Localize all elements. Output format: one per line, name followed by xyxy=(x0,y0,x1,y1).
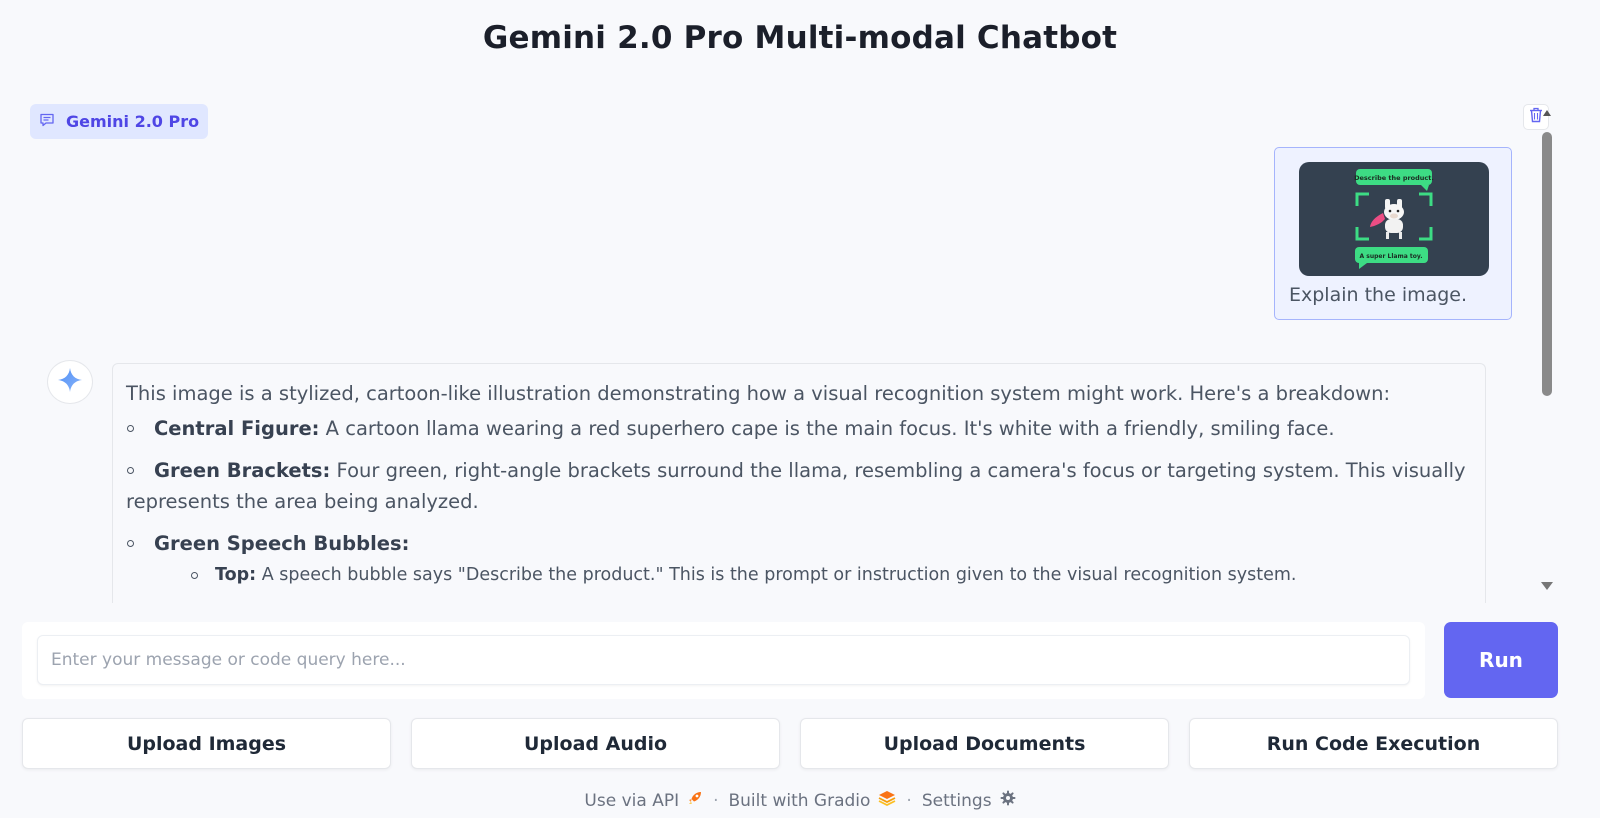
rocket-icon xyxy=(687,790,703,811)
upload-audio-button[interactable]: Upload Audio xyxy=(411,718,780,769)
bot-list-item-text: A cartoon llama wearing a red superhero … xyxy=(319,417,1335,440)
bot-list-item-title: Central Figure: xyxy=(154,417,320,440)
bot-list-item-title: Green Speech Bubbles: xyxy=(154,532,410,555)
footer: Use via API · Built with Gradio · Settin… xyxy=(0,790,1600,811)
built-with-gradio-link[interactable]: Built with Gradio xyxy=(729,790,897,811)
bot-list-item: Green Speech Bubbles: Top: A speech bubb… xyxy=(126,528,1473,591)
user-message-text: Explain the image. xyxy=(1289,284,1468,306)
bot-message: This image is a stylized, cartoon-like i… xyxy=(112,363,1486,603)
bot-avatar xyxy=(47,360,93,404)
use-via-api-label: Use via API xyxy=(584,790,680,811)
bot-list-item: Central Figure: A cartoon llama wearing … xyxy=(126,413,1473,444)
chat-scrollbar[interactable] xyxy=(1540,110,1554,598)
bot-sublist-item: Top: A speech bubble says "Describe the … xyxy=(154,560,1473,591)
image-top-bubble-text: Describe the product. xyxy=(1354,174,1434,182)
chat-icon xyxy=(39,112,55,132)
run-button[interactable]: Run xyxy=(1444,622,1558,698)
image-bottom-bubble-text: A super Llama toy. xyxy=(1360,253,1423,260)
settings-link[interactable]: Settings xyxy=(922,790,1016,811)
message-input[interactable] xyxy=(37,635,1410,685)
run-code-execution-button[interactable]: Run Code Execution xyxy=(1189,718,1558,769)
upload-images-button[interactable]: Upload Images xyxy=(22,718,391,769)
upload-documents-button[interactable]: Upload Documents xyxy=(800,718,1169,769)
bot-message-intro: This image is a stylized, cartoon-like i… xyxy=(126,382,1391,405)
chatbot-label: Gemini 2.0 Pro xyxy=(66,112,200,131)
uploaded-image[interactable]: Describe the product. A super Llama toy. xyxy=(1299,162,1489,276)
settings-label: Settings xyxy=(921,790,992,811)
page-title: Gemini 2.0 Pro Multi-modal Chatbot xyxy=(482,20,1118,56)
bot-list-item-title: Green Brackets: xyxy=(154,459,331,482)
user-message: Describe the product. A super Llama toy.… xyxy=(1274,147,1512,320)
bot-sublist-item-text: A speech bubble says "Describe the produ… xyxy=(256,565,1297,585)
gemini-sparkle-icon xyxy=(57,367,83,397)
footer-separator: · xyxy=(713,790,719,811)
chatbot-label-badge: Gemini 2.0 Pro xyxy=(30,104,208,139)
bot-sublist-item-title: Top: xyxy=(215,565,257,585)
use-via-api-link[interactable]: Use via API xyxy=(584,790,703,811)
scroll-down-arrow-icon[interactable] xyxy=(1541,582,1553,590)
scroll-up-arrow-icon[interactable] xyxy=(1543,110,1551,116)
built-with-gradio-label: Built with Gradio xyxy=(728,790,871,811)
scroll-thumb[interactable] xyxy=(1542,132,1552,396)
message-input-panel xyxy=(22,622,1425,699)
bot-list-item: Green Brackets: Four green, right-angle … xyxy=(126,455,1473,517)
gradio-logo-icon xyxy=(878,790,896,811)
footer-separator: · xyxy=(906,790,912,811)
gear-icon xyxy=(1000,790,1016,811)
